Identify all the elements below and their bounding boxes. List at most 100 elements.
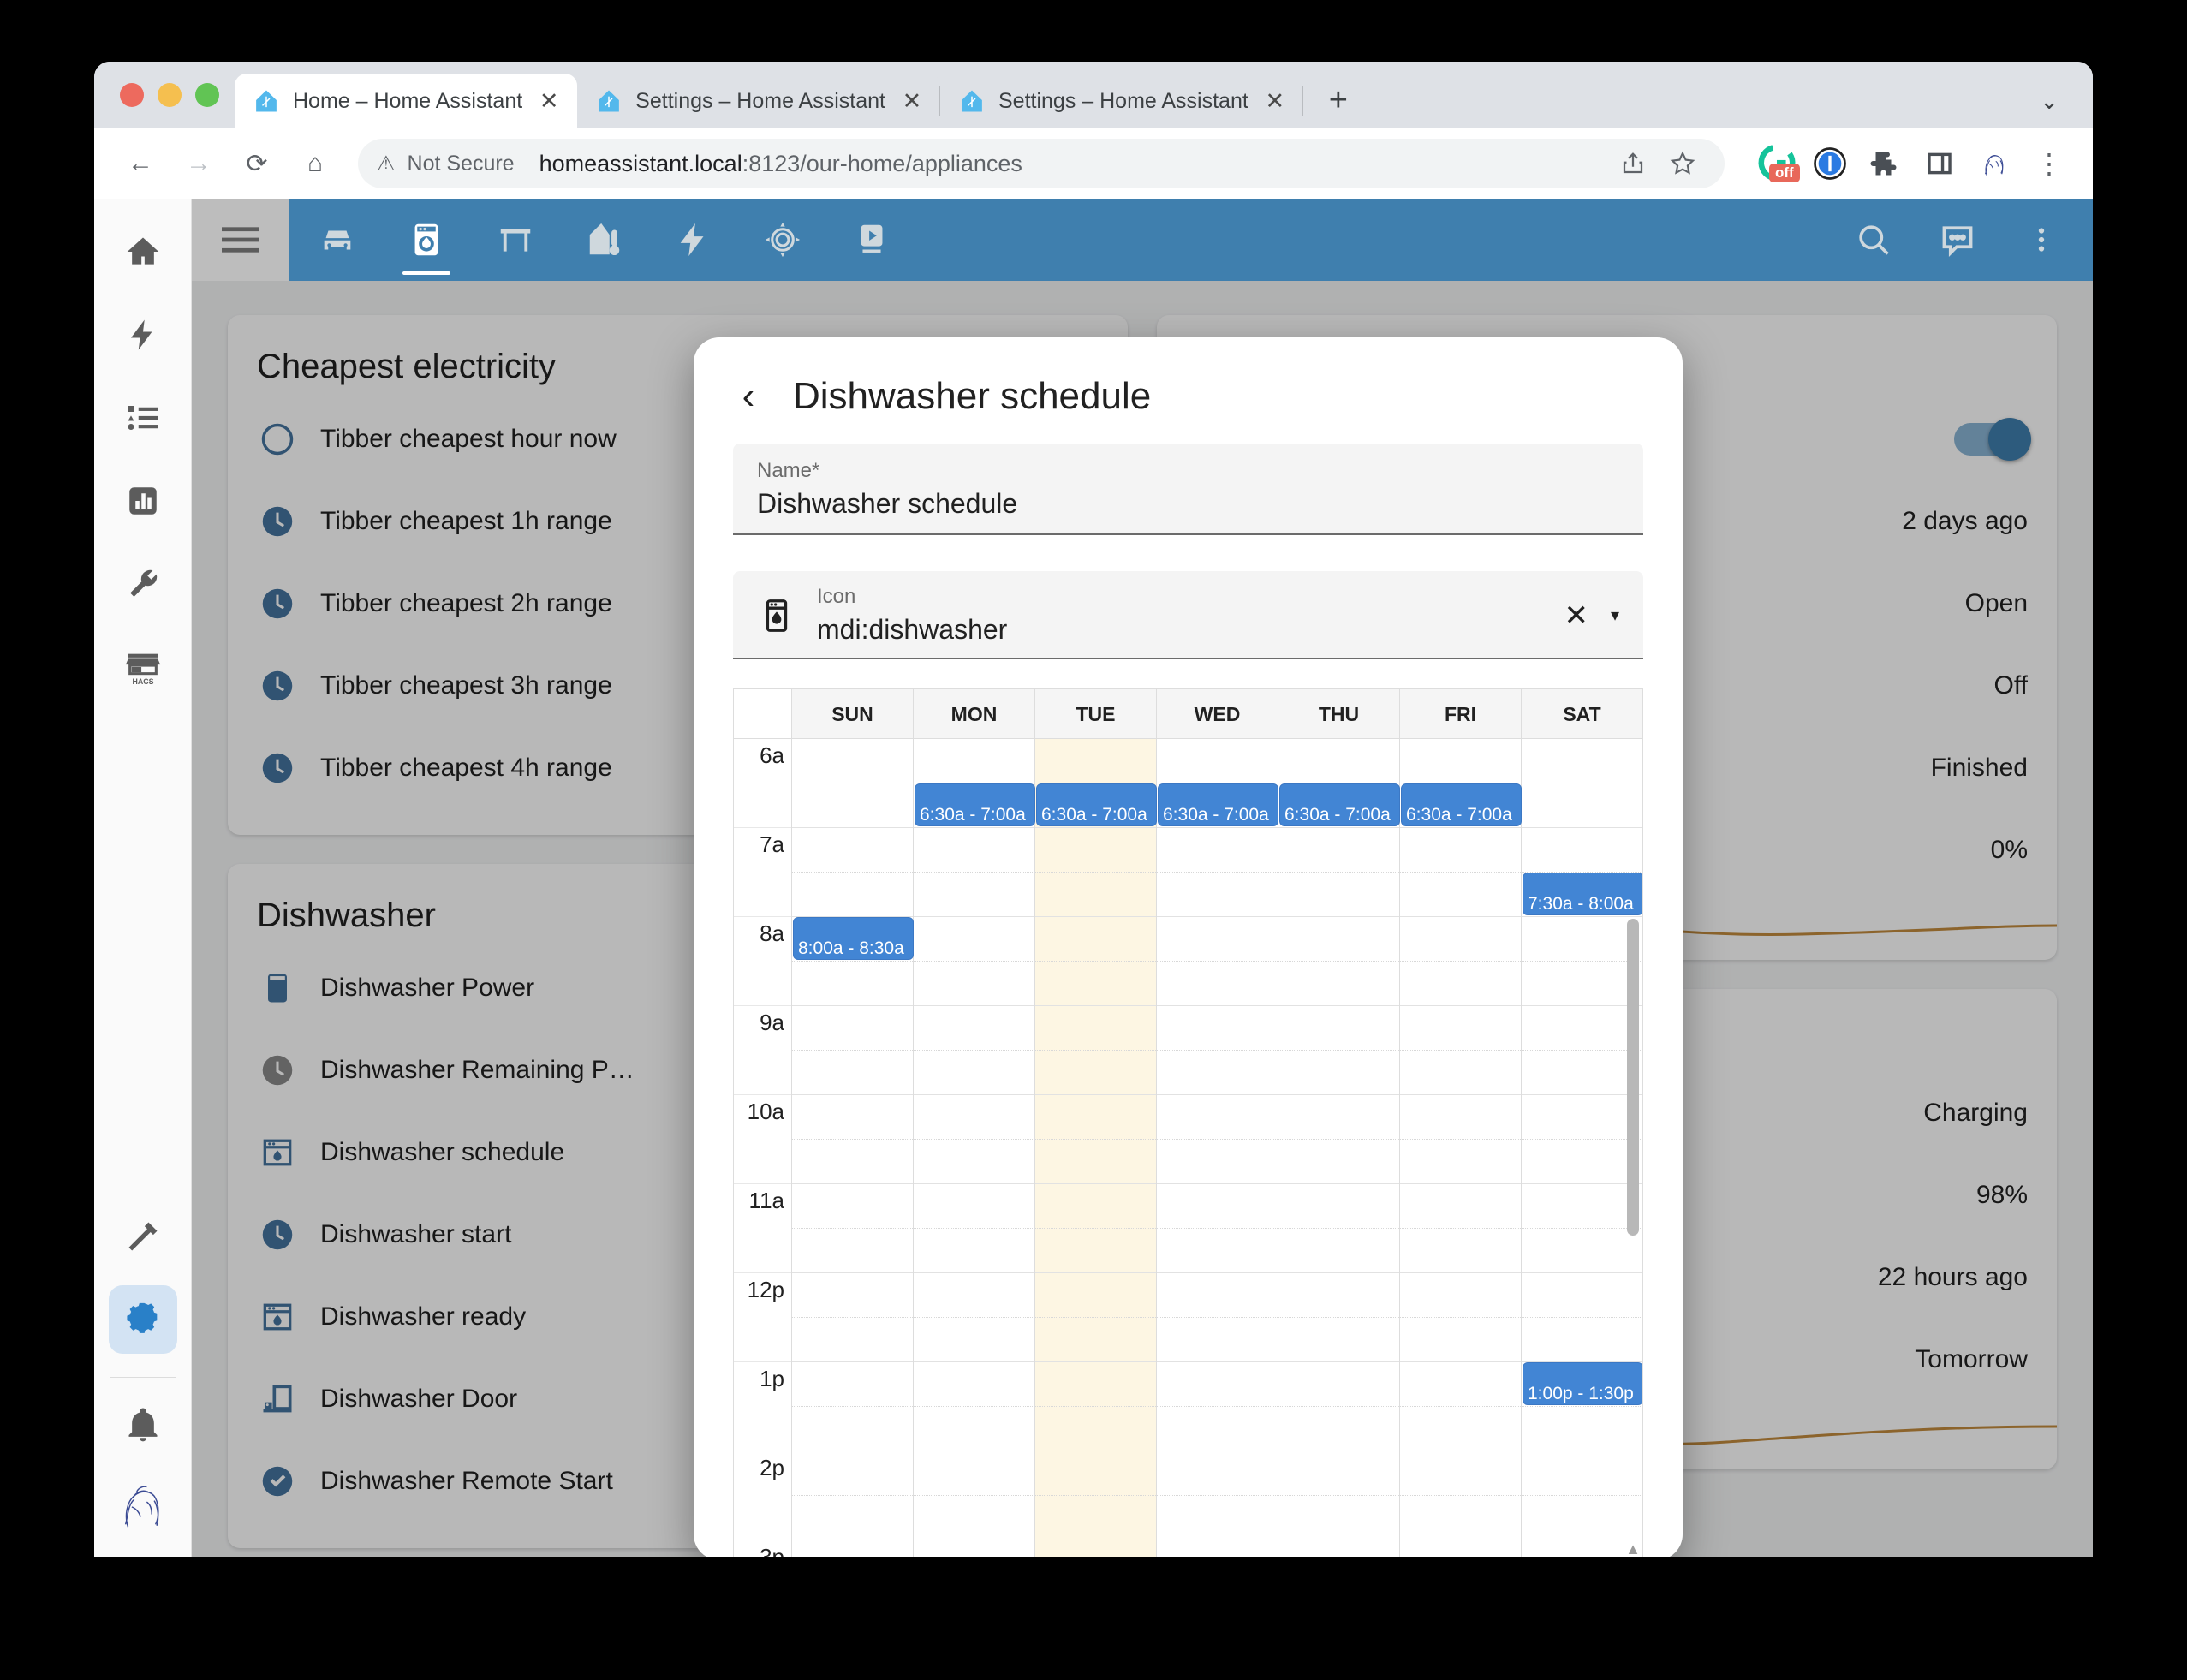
calendar-hour-cell[interactable]	[1157, 1006, 1278, 1095]
day-header-fri[interactable]: FRI	[1400, 689, 1522, 738]
tab-close-button[interactable]: ✕	[536, 88, 562, 115]
day-header-sun[interactable]: SUN	[792, 689, 914, 738]
calendar-hour-cell[interactable]	[1522, 1095, 1642, 1184]
clear-icon[interactable]: ✕	[1564, 599, 1588, 633]
tab-close-button[interactable]: ✕	[899, 88, 925, 115]
calendar-hour-cell[interactable]	[1035, 1540, 1156, 1557]
calendar-hour-cell[interactable]	[1522, 1184, 1642, 1273]
onepassword-icon[interactable]	[1807, 140, 1853, 187]
calendar-hour-cell[interactable]	[914, 828, 1034, 917]
icon-field[interactable]: Icon mdi:dishwasher ✕ ▾	[733, 571, 1643, 659]
bookmark-star-icon[interactable]	[1660, 140, 1706, 187]
calendar-hour-cell[interactable]	[792, 1540, 913, 1557]
calendar-hour-cell[interactable]	[1278, 828, 1399, 917]
calendar-hour-cell[interactable]	[1035, 828, 1156, 917]
icon-field-value[interactable]: mdi:dishwasher	[817, 614, 1543, 646]
sidebar-toggle-button[interactable]	[192, 199, 289, 281]
calendar-hour-cell[interactable]	[1278, 1540, 1399, 1557]
tab-appliances[interactable]	[394, 205, 459, 275]
calendar-event[interactable]: 6:30a - 7:00a	[915, 783, 1035, 826]
back-icon[interactable]: ‹	[733, 375, 764, 418]
calendar-hour-cell[interactable]	[1522, 739, 1642, 828]
calendar-day-column-tue[interactable]: 6:30a - 7:00a	[1035, 739, 1157, 1557]
calendar-event[interactable]: 6:30a - 7:00a	[1401, 783, 1522, 826]
calendar-hour-cell[interactable]	[1035, 1184, 1156, 1273]
calendar-hour-cell[interactable]	[1157, 1273, 1278, 1362]
calendar-hour-cell[interactable]	[914, 1095, 1034, 1184]
day-header-thu[interactable]: THU	[1278, 689, 1400, 738]
calendar-day-column-sun[interactable]: 8:00a - 8:30a	[792, 739, 914, 1557]
forward-button[interactable]: →	[173, 138, 224, 189]
calendar-hour-cell[interactable]	[1400, 1451, 1521, 1540]
calendar-hour-cell[interactable]	[1278, 1006, 1399, 1095]
calendar-hour-cell[interactable]	[792, 828, 913, 917]
calendar-event[interactable]: 8:00a - 8:30a	[793, 917, 914, 960]
share-icon[interactable]	[1610, 140, 1656, 187]
day-header-wed[interactable]: WED	[1157, 689, 1278, 738]
calendar-day-column-fri[interactable]: 6:30a - 7:00a	[1400, 739, 1522, 1557]
calendar-hour-cell[interactable]	[1400, 1095, 1521, 1184]
browser-menu-icon[interactable]: ⋮	[2026, 140, 2072, 187]
calendar-hour-cell[interactable]	[1278, 917, 1399, 1006]
schedule-calendar[interactable]: SUN MON TUE WED THU FRI SAT 6a 7a 8a 9a 10a 1…	[733, 688, 1643, 1557]
calendar-hour-cell[interactable]	[914, 1451, 1034, 1540]
sidebar-item-tools[interactable]	[109, 550, 177, 618]
browser-tab-3[interactable]: Settings – Home Assistant ✕	[939, 74, 1303, 128]
tab-energy[interactable]	[661, 205, 726, 275]
calendar-hour-cell[interactable]	[1278, 1184, 1399, 1273]
calendar-hour-cell[interactable]	[792, 1095, 913, 1184]
calendar-hour-cell[interactable]	[1278, 1451, 1399, 1540]
tab-list-chevron-icon[interactable]: ⌄	[2040, 88, 2059, 115]
calendar-day-column-sat[interactable]: 7:30a - 8:00a 1:00p - 1:30p	[1522, 739, 1642, 1557]
calendar-hour-cell[interactable]	[1035, 1451, 1156, 1540]
search-icon[interactable]	[1841, 205, 1906, 275]
day-header-mon[interactable]: MON	[914, 689, 1035, 738]
browser-tab-2[interactable]: Settings – Home Assistant ✕	[577, 74, 940, 128]
calendar-hour-cell[interactable]	[1400, 917, 1521, 1006]
scroll-down-icon[interactable]: ▲	[1625, 1540, 1641, 1557]
calendar-hour-cell[interactable]	[1035, 1006, 1156, 1095]
sidebar-item-logbook[interactable]	[109, 384, 177, 452]
calendar-hour-cell[interactable]	[1157, 1095, 1278, 1184]
calendar-hour-cell[interactable]	[914, 1362, 1034, 1451]
sidebar-item-developer-tools[interactable]	[109, 1202, 177, 1271]
grammarly-icon[interactable]: off	[1757, 143, 1800, 184]
maximize-window-button[interactable]	[195, 83, 219, 107]
calendar-hour-cell[interactable]	[1035, 1095, 1156, 1184]
sidebar-item-energy[interactable]	[109, 301, 177, 369]
calendar-hour-cell[interactable]	[1278, 1095, 1399, 1184]
tab-furniture[interactable]	[483, 205, 548, 275]
back-button[interactable]: ←	[115, 138, 166, 189]
calendar-event[interactable]: 1:00p - 1:30p	[1523, 1362, 1642, 1405]
close-window-button[interactable]	[120, 83, 144, 107]
calendar-hour-cell[interactable]	[1035, 1362, 1156, 1451]
calendar-hour-cell[interactable]	[914, 917, 1034, 1006]
calendar-hour-cell[interactable]	[1035, 1273, 1156, 1362]
calendar-hour-cell[interactable]	[1400, 828, 1521, 917]
calendar-hour-cell[interactable]	[1157, 1184, 1278, 1273]
calendar-hour-cell[interactable]	[1157, 917, 1278, 1006]
calendar-scrollbar[interactable]	[1627, 919, 1639, 1236]
calendar-hour-cell[interactable]	[1400, 1540, 1521, 1557]
calendar-hour-cell[interactable]	[792, 739, 913, 828]
calendar-hour-cell[interactable]	[1522, 1451, 1642, 1540]
profile-avatar-icon[interactable]	[1971, 140, 2017, 187]
tab-lights[interactable]	[750, 205, 815, 275]
calendar-hour-cell[interactable]	[1522, 1006, 1642, 1095]
chevron-down-icon[interactable]: ▾	[1611, 605, 1619, 626]
calendar-hour-cell[interactable]	[1278, 1362, 1399, 1451]
omnibox[interactable]: ⚠ Not Secure homeassistant.local:8123/ou…	[358, 139, 1725, 188]
user-avatar[interactable]	[113, 1474, 173, 1534]
calendar-hour-cell[interactable]	[1157, 1362, 1278, 1451]
day-header-sat[interactable]: SAT	[1522, 689, 1642, 738]
calendar-event[interactable]: 6:30a - 7:00a	[1279, 783, 1400, 826]
calendar-hour-cell[interactable]	[1522, 917, 1642, 1006]
calendar-event[interactable]: 7:30a - 8:00a	[1523, 873, 1642, 915]
calendar-hour-cell[interactable]	[914, 1006, 1034, 1095]
sidebar-item-notifications[interactable]	[109, 1391, 177, 1460]
calendar-scroll-area[interactable]: 6a 7a 8a 9a 10a 11a 12p 1p 2p 3p 8:00a - 8:30a 6:…	[734, 739, 1642, 1557]
minimize-window-button[interactable]	[158, 83, 182, 107]
reload-button[interactable]: ⟳	[231, 138, 283, 189]
calendar-day-column-mon[interactable]: 6:30a - 7:00a	[914, 739, 1035, 1557]
tab-vehicles[interactable]	[305, 205, 370, 275]
